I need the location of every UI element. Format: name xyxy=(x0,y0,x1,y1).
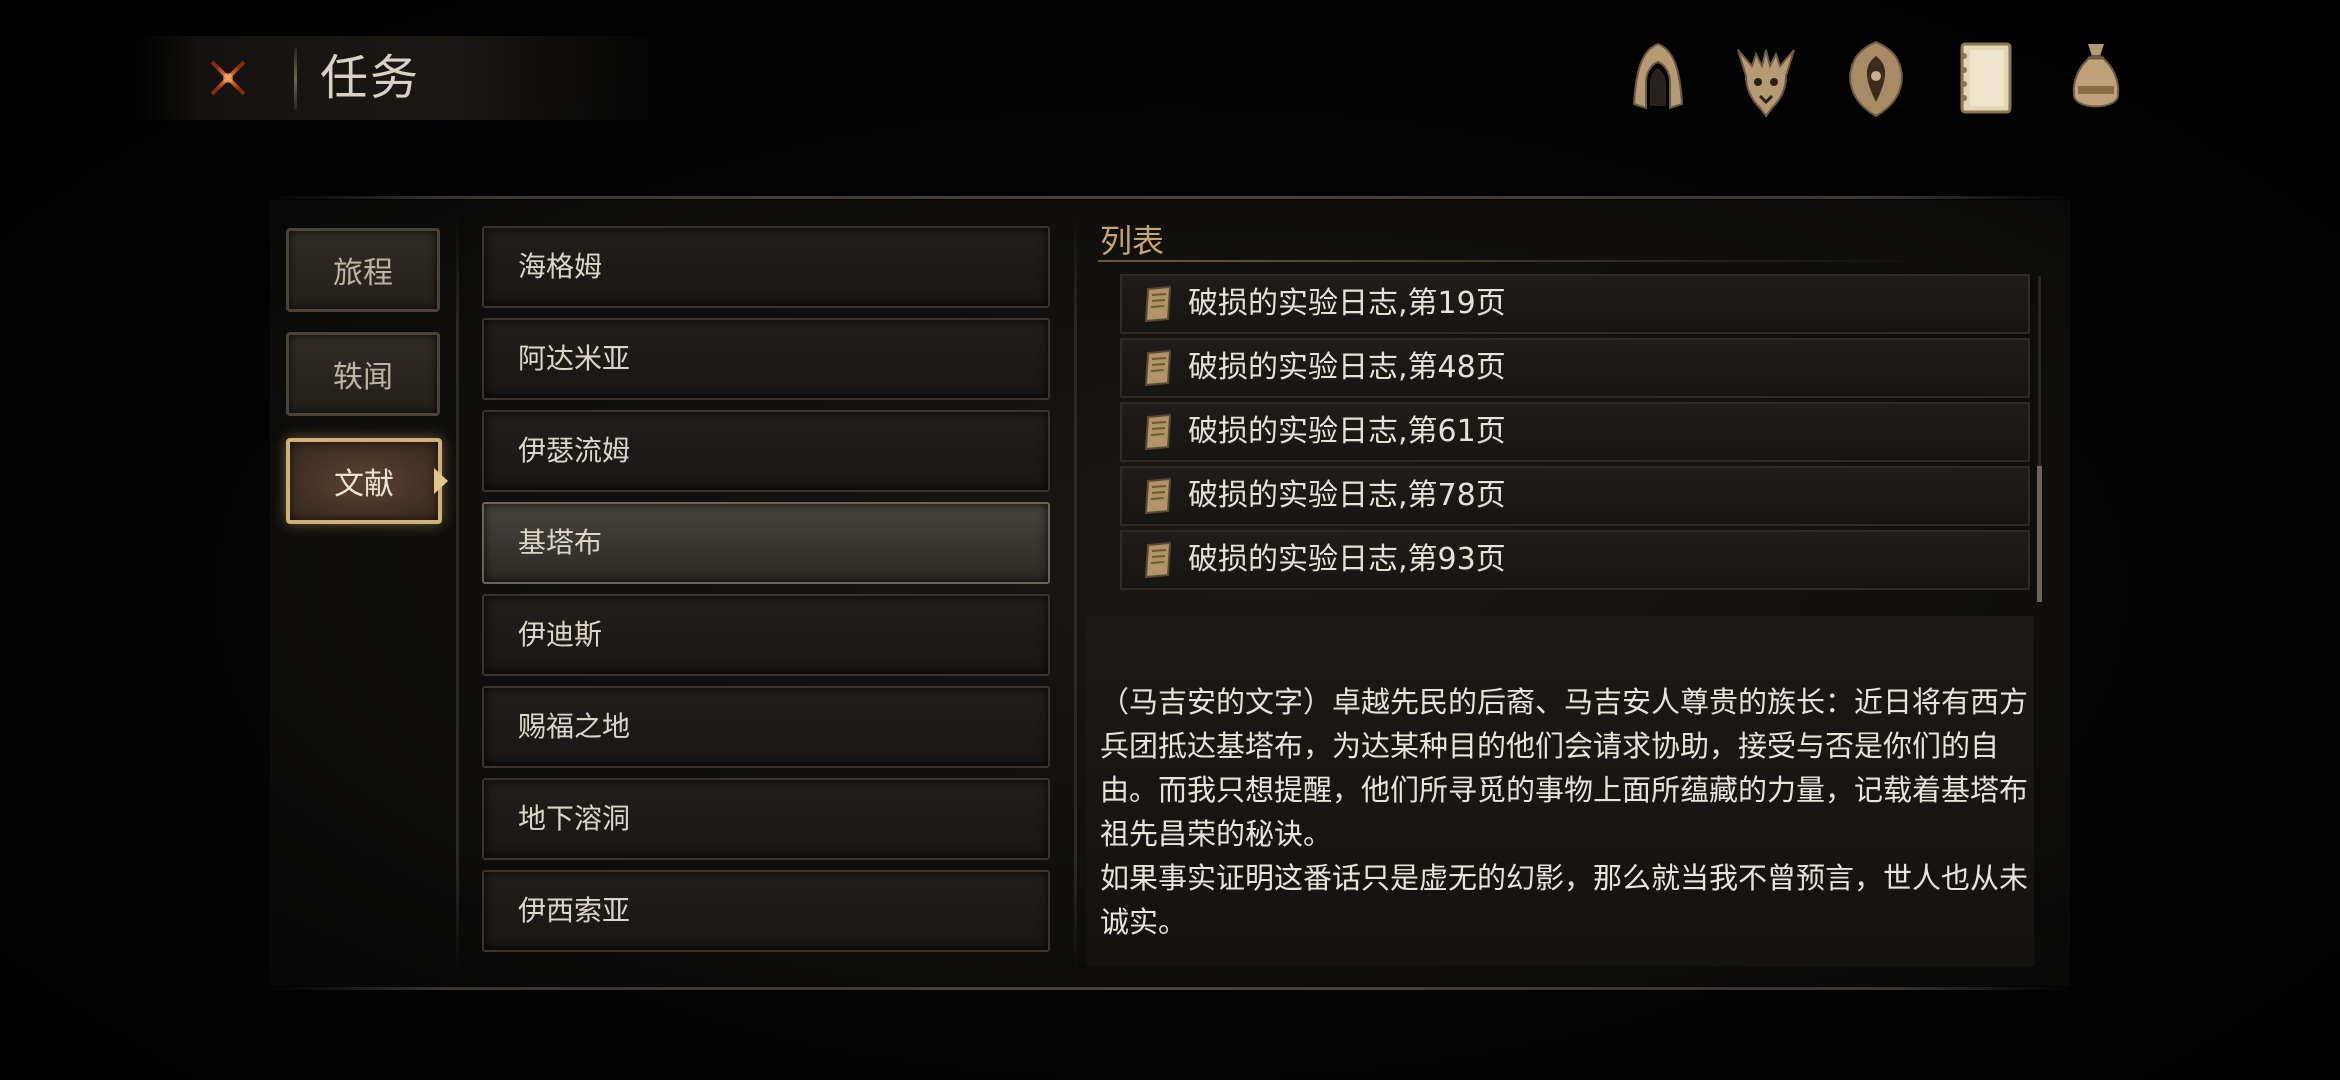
scroll-icon xyxy=(1144,477,1172,515)
frame-line-bottom xyxy=(270,987,2070,990)
document-label: 破损的实验日志,第48页 xyxy=(1188,350,1506,385)
scroll-icon xyxy=(1144,541,1172,579)
tab-journey[interactable]: 旅程 xyxy=(286,228,440,312)
region-label: 地下溶洞 xyxy=(518,802,631,835)
list-heading-underline xyxy=(1098,260,1928,262)
document-item[interactable]: 破损的实验日志,第48页 xyxy=(1120,338,2030,398)
region-label: 赐福之地 xyxy=(518,710,631,743)
region-label: 阿达米亚 xyxy=(518,342,631,375)
pouch-icon[interactable] xyxy=(2058,36,2134,120)
page-title: 任务 xyxy=(320,50,421,106)
tab-label: 旅程 xyxy=(333,256,393,291)
column-divider xyxy=(456,214,459,974)
active-tab-pointer xyxy=(434,468,448,494)
frame-line-top xyxy=(270,196,2070,199)
region-item-cifuzhidi[interactable]: 赐福之地 xyxy=(482,686,1050,768)
quest-screen: 任务 旅程 轶闻 文献 海格姆 阿达米亚 伊瑟流姆 基塔布 伊迪斯 赐福之地 地… xyxy=(0,0,2340,1080)
document-label: 破损的实验日志,第61页 xyxy=(1188,414,1506,449)
document-label: 破损的实验日志,第78页 xyxy=(1188,478,1506,513)
title-bar: 任务 xyxy=(138,36,648,120)
scroll-icon xyxy=(1144,413,1172,451)
document-item[interactable]: 破损的实验日志,第61页 xyxy=(1120,402,2030,462)
region-item-jitabu[interactable]: 基塔布 xyxy=(482,502,1050,584)
region-item-yidisi[interactable]: 伊迪斯 xyxy=(482,594,1050,676)
region-label: 伊瑟流姆 xyxy=(518,434,631,467)
document-list[interactable]: 破损的实验日志,第19页 破损的实验日志,第48页 破损的实验日志,第61页 破… xyxy=(1120,274,2030,604)
hood-icon[interactable] xyxy=(1620,36,1696,120)
document-label: 破损的实验日志,第19页 xyxy=(1188,286,1506,321)
document-item[interactable]: 破损的实验日志,第19页 xyxy=(1120,274,2030,334)
close-button[interactable] xyxy=(202,52,254,104)
region-item-yixisuoya[interactable]: 伊西索亚 xyxy=(482,870,1050,952)
title-divider xyxy=(294,48,297,110)
region-item-yiseliumu[interactable]: 伊瑟流姆 xyxy=(482,410,1050,492)
region-label: 伊迪斯 xyxy=(518,618,603,651)
document-description: （马吉安的文字）卓越先民的后裔、马吉安人尊贵的族长：近日将有西方兵团抵达基塔布，… xyxy=(1100,685,2029,939)
region-item-haigemu[interactable]: 海格姆 xyxy=(482,226,1050,308)
column-divider xyxy=(1074,214,1077,974)
beast-skull-icon[interactable] xyxy=(1728,36,1804,120)
tab-label: 轶闻 xyxy=(333,360,393,395)
document-item[interactable]: 破损的实验日志,第78页 xyxy=(1120,466,2030,526)
tab-documents[interactable]: 文献 xyxy=(286,438,442,524)
scroll-icon xyxy=(1144,349,1172,387)
shield-emblem-icon[interactable] xyxy=(1838,36,1914,120)
tab-label: 文献 xyxy=(334,467,394,502)
top-nav-icons xyxy=(1620,36,2120,120)
region-label: 伊西索亚 xyxy=(518,894,631,927)
list-heading: 列表 xyxy=(1100,222,1165,260)
document-item[interactable]: 破损的实验日志,第93页 xyxy=(1120,530,2030,590)
scroll-icon xyxy=(1144,285,1172,323)
document-label: 破损的实验日志,第93页 xyxy=(1188,542,1506,577)
list-scrollbar-thumb[interactable] xyxy=(2037,466,2042,602)
region-label: 海格姆 xyxy=(518,250,603,283)
tab-anecdotes[interactable]: 轶闻 xyxy=(286,332,440,416)
journal-icon[interactable] xyxy=(1948,36,2024,120)
region-item-adamiya[interactable]: 阿达米亚 xyxy=(482,318,1050,400)
close-x-icon xyxy=(210,60,246,96)
region-label: 基塔布 xyxy=(518,526,603,559)
region-item-dixiarongdong[interactable]: 地下溶洞 xyxy=(482,778,1050,860)
